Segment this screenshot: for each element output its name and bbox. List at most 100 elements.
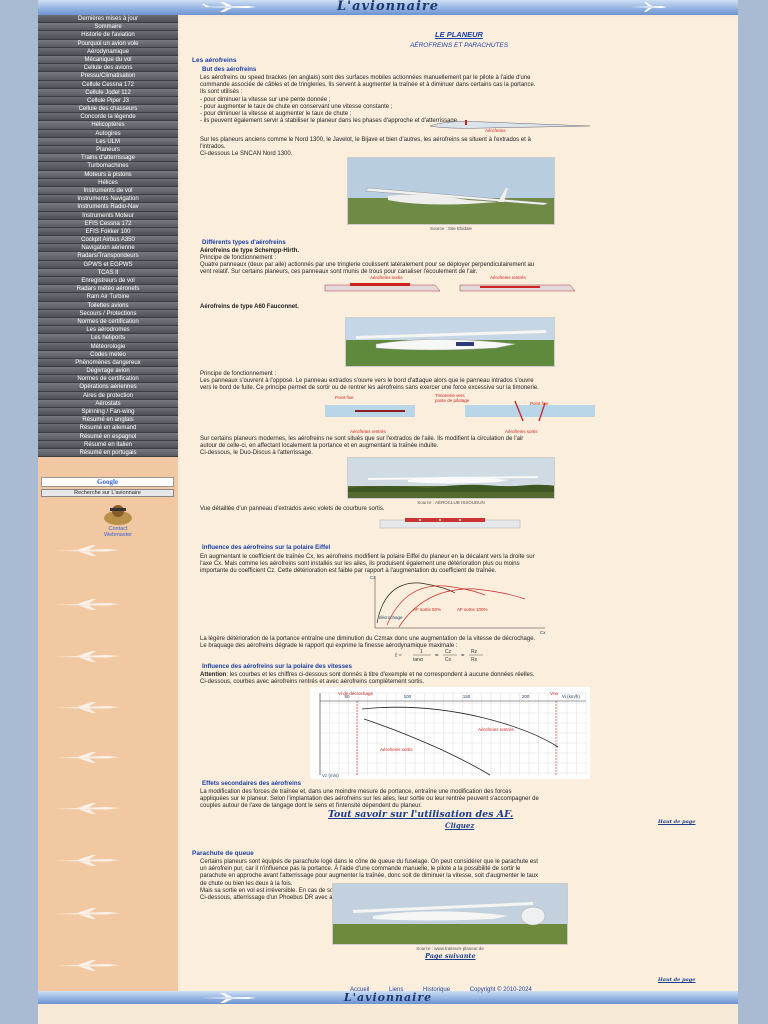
- contact-webmaster[interactable]: Contact Webmaster: [93, 504, 143, 538]
- text-line: Ils sont utilisés :: [200, 89, 243, 96]
- sidebar-item[interactable]: Opérations aériennes: [38, 383, 178, 392]
- sidebar-item[interactable]: Cellule des avions: [38, 64, 178, 73]
- annotation-vne: Vne: [550, 691, 559, 696]
- sidebar-item[interactable]: Spinning / Fan-wing: [38, 408, 178, 417]
- speed-polar-chart: 50 100 150 200Vi de décrochage VneVi (km/h)A…: [310, 687, 590, 779]
- svg-text:tanα: tanα: [413, 657, 423, 663]
- plane-right-icon: [630, 2, 667, 12]
- sidebar-item[interactable]: Cellule Jodel 112: [38, 88, 178, 97]
- sidebar-item[interactable]: Cellule Cessna 172: [38, 80, 178, 89]
- sidebar-item[interactable]: TCAS II: [38, 268, 178, 277]
- sidebar-item[interactable]: Résumé en italien: [38, 440, 178, 449]
- text-line: La modification des forces de traînée et…: [200, 789, 512, 795]
- sidebar-item[interactable]: Aires de protection: [38, 391, 178, 400]
- text-line: appliquées sur le planeur. Selon l'impla…: [200, 796, 539, 803]
- concorde-silhouette-icon: [52, 700, 122, 714]
- sidebar-item[interactable]: EFIS Fokker 100: [38, 227, 178, 237]
- sidebar-item[interactable]: Concorde la légende: [38, 113, 178, 122]
- page-subtitle: AÉROFREINS ET PARACHUTES: [409, 42, 509, 49]
- sidebar-item[interactable]: Pourquoi un avion vole: [38, 39, 178, 48]
- sidebar-item[interactable]: Instruments Moteur: [38, 211, 178, 220]
- sidebar-item[interactable]: Normes de certification: [38, 375, 178, 384]
- sidebar-item[interactable]: Les aérodromes: [38, 326, 178, 335]
- concorde-silhouette-icon: [52, 750, 122, 764]
- paragraph-schempp: Principe de fonctionnement : Quatre panne…: [200, 255, 730, 277]
- sidebar-item[interactable]: Résumé en allemand: [38, 424, 178, 433]
- svg-text:Cz: Cz: [445, 649, 452, 655]
- link-page-suivante[interactable]: Page suivante: [425, 952, 476, 960]
- site-search-button[interactable]: Recherche sur L'avionnaire: [41, 489, 174, 497]
- link-cliquez[interactable]: Cliquez: [445, 821, 474, 830]
- sidebar-item[interactable]: Trains d'atterrissage: [38, 154, 178, 163]
- sidebar-item[interactable]: Navigation aérienne: [38, 244, 178, 253]
- sidebar-item[interactable]: Dernières mises à jour: [38, 15, 178, 24]
- text-line: commande associée de câbles et de tringl…: [200, 82, 536, 89]
- attention-label: Attention: [200, 672, 227, 678]
- sidebar-item[interactable]: Historie de l'aviation: [38, 31, 178, 40]
- link-tout-savoir[interactable]: Tout savoir sur l'utilisation des AF.: [328, 809, 513, 820]
- sidebar-item[interactable]: Turbomachines: [38, 162, 178, 171]
- sidebar-item[interactable]: Ram Air Turbine: [38, 293, 178, 302]
- extrados-panel-diagram: [379, 518, 521, 529]
- sidebar-item[interactable]: Instruments Navigation: [38, 195, 178, 204]
- sidebar-item[interactable]: Hélicoptères: [38, 121, 178, 130]
- sidebar-item[interactable]: Radars/Transpondeurs: [38, 252, 178, 261]
- text-line: Les aérofreins ou speed brackes (en angl…: [200, 75, 531, 81]
- sidebar-nav: Dernières mises à jour Sommaire Historie d…: [38, 15, 178, 458]
- paragraph-duo-discus: Sur certains planeurs modernes, les aéro…: [200, 436, 730, 458]
- sidebar-item[interactable]: Résumé en anglais: [38, 416, 178, 425]
- sidebar-item[interactable]: Autogires: [38, 129, 178, 138]
- text-line: Les panneaux s'ouvrent à l'opposé. Le pa…: [200, 378, 534, 385]
- sidebar-item[interactable]: Normes de certification: [38, 317, 178, 327]
- google-search-input[interactable]: Google: [41, 477, 174, 487]
- text-line: Sur certains planeurs modernes, les aéro…: [200, 436, 524, 442]
- footer-link-accueil[interactable]: Accueil: [350, 987, 369, 993]
- caption-photo-1: Source : Site Ebidale: [429, 226, 473, 231]
- wing-airbrake-diagram: Aérofreins: [429, 120, 591, 133]
- sidebar-item[interactable]: Planeurs: [38, 146, 178, 155]
- photo-nord-1300: [347, 157, 555, 225]
- sidebar-item[interactable]: Pressu/Climatisation: [38, 72, 178, 81]
- sidebar-item[interactable]: Aérostats: [38, 399, 178, 408]
- sidebar-item[interactable]: Instruments Radio-Nav: [38, 203, 178, 212]
- sidebar-item[interactable]: Les ULM: [38, 137, 178, 146]
- sidebar-item[interactable]: Radars météo aéronefs: [38, 285, 178, 294]
- paragraph-a60: Principe de fonctionnement : Les panneaux…: [200, 371, 730, 393]
- sidebar-item[interactable]: Les héliports: [38, 334, 178, 343]
- sidebar-item[interactable]: Hélices: [38, 178, 178, 187]
- sidebar-item[interactable]: Moteurs à pistons: [38, 170, 178, 179]
- sidebar-item[interactable]: Codes météo: [38, 350, 178, 359]
- sidebar-item[interactable]: Résumé en portugais: [38, 448, 178, 458]
- label-af-sortis: Aérofreins sortis: [370, 275, 403, 280]
- sidebar-item[interactable]: Secours / Protections: [38, 309, 178, 318]
- caption-photo-3: Source : AÉROCLUB ISSOUDUN: [417, 500, 485, 505]
- sidebar-item[interactable]: Enregistreurs de vol: [38, 277, 178, 286]
- footer-link-liens[interactable]: Liens: [389, 987, 403, 993]
- sidebar-item[interactable]: Cockpit Airbus A350: [38, 236, 178, 245]
- sidebar-item[interactable]: Mécanique du vol: [38, 55, 178, 65]
- text-line: un aérofrein pur, car il n'influence pas…: [200, 866, 521, 873]
- haut-de-page-1[interactable]: Haut de page: [658, 819, 695, 825]
- sidebar-item[interactable]: EFIS Cessna 172: [38, 219, 178, 228]
- sidebar-item[interactable]: Sommaire: [38, 23, 178, 32]
- sidebar-item[interactable]: Phénomènes dangereux: [38, 358, 178, 368]
- sidebar-item[interactable]: Météorologie: [38, 342, 178, 351]
- concorde-silhouette-icon: [52, 958, 122, 972]
- photo-phoebus: [332, 883, 568, 945]
- sidebar-item[interactable]: Cellule Piper J3: [38, 96, 178, 106]
- finesse-formula: f = 1 tanα = Cz Cx = Rz Rx: [395, 649, 483, 663]
- svg-text:Rz: Rz: [471, 649, 478, 655]
- y-axis-label: Vz (m/s): [322, 773, 339, 778]
- sidebar-item[interactable]: Aérodynamique: [38, 47, 178, 56]
- heading-types: Différents types d'aérofreins: [202, 239, 286, 246]
- sidebar-item[interactable]: Résumé en espagnol: [38, 432, 178, 441]
- sidebar-item[interactable]: Dégivrage avion: [38, 367, 178, 376]
- sidebar-item[interactable]: Cellule des chasseurs: [38, 105, 178, 114]
- sidebar-item[interactable]: Instruments de vol: [38, 186, 178, 196]
- svg-text:f =: f =: [395, 652, 402, 659]
- heading-but-aerofreins: But des aérofreins: [202, 66, 257, 73]
- footer-link-historique[interactable]: Historique: [423, 987, 450, 993]
- sidebar-item[interactable]: Toilettes avions: [38, 301, 178, 310]
- sidebar-item[interactable]: GPWS et EGPWS: [38, 260, 178, 269]
- haut-de-page-2[interactable]: Haut de page: [658, 977, 695, 983]
